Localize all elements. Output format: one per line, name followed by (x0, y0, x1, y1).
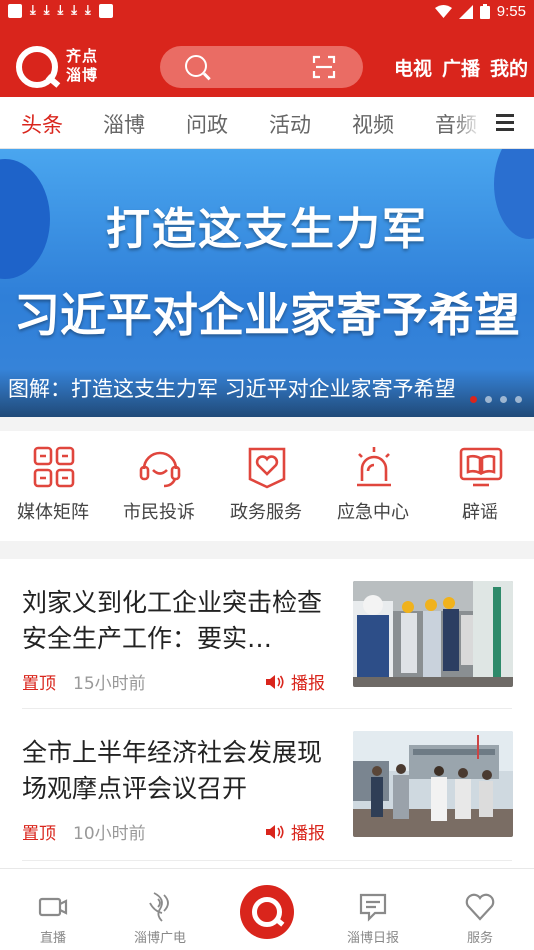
signal-icon (458, 4, 473, 19)
section-divider (0, 417, 534, 431)
quick-entry-label: 应急中心 (337, 502, 409, 523)
channel-tabs: 头条 淄博 问政 活动 视频 音频 (0, 97, 534, 149)
heart-doc-icon (245, 445, 289, 489)
news-thumbnail (353, 731, 513, 837)
home-logo-button[interactable] (240, 885, 294, 939)
search-icon (185, 55, 207, 77)
quick-entries: 媒体矩阵 市民投诉 政务服务 应急中心 辟谣 (0, 431, 534, 541)
status-time: 9:55 (496, 3, 526, 20)
logo-mark-icon (16, 46, 58, 88)
pagination-dot[interactable] (515, 396, 522, 403)
nav-label: 直播 (39, 931, 66, 946)
news-title[interactable]: 刘家义到化工企业突击检查安全生产工作：要实… (22, 585, 340, 657)
nav-label: 服务 (466, 931, 493, 946)
quick-entry-complaints[interactable]: 市民投诉 (106, 445, 212, 535)
banner-headline-line2: 习近平对企业家寄予希望 (14, 288, 520, 342)
radio-link[interactable]: 广播 (442, 54, 480, 81)
quick-entry-label: 市民投诉 (123, 502, 195, 523)
banner-headline-line1: 打造这支生力军 (106, 204, 428, 255)
nav-zibo-daily[interactable]: 淄博日报 (320, 887, 426, 947)
newspaper-icon (357, 891, 389, 923)
matrix-icon (32, 445, 76, 489)
zibo-broadcast-icon (144, 891, 176, 923)
tab-zibo[interactable]: 淄博 (103, 109, 145, 139)
alarm-light-icon (352, 445, 396, 489)
battery-icon (479, 4, 490, 19)
app-logo[interactable]: 齐点 淄博 (16, 46, 108, 88)
tv-link[interactable]: 电视 (394, 54, 432, 81)
nav-zibo-broadcast[interactable]: 淄博广电 (107, 887, 213, 947)
tab-headline[interactable]: 头条 (21, 109, 63, 139)
tab-activity[interactable]: 活动 (269, 109, 311, 139)
speaker-icon (266, 824, 284, 839)
scan-icon[interactable] (312, 55, 336, 79)
download-icon: ⤓ (43, 3, 50, 18)
news-time: 15小时前 (73, 674, 146, 694)
mine-link[interactable]: 我的 (490, 54, 528, 81)
quick-entry-label: 辟谣 (462, 502, 498, 523)
header-links: 电视 广播 我的 (394, 54, 528, 81)
status-bar: ⤓ ⤓ ⤓ ⤓ ⤓ 9:55 (0, 0, 534, 24)
play-audio-button[interactable]: 播报 (265, 669, 325, 694)
video-camera-icon (37, 891, 69, 923)
heart-icon (464, 891, 496, 923)
download-icon: ⤓ (57, 3, 64, 18)
wifi-icon (434, 4, 452, 18)
logo-text-line2: 淄博 (66, 66, 99, 84)
notification-icons: ⤓ ⤓ ⤓ ⤓ ⤓ (8, 4, 113, 18)
download-icon: ⤓ (30, 3, 36, 18)
speaker-icon (266, 674, 284, 689)
tab-politics[interactable]: 问政 (186, 109, 228, 139)
tabs-fade (454, 97, 482, 148)
pagination-dot[interactable] (485, 396, 492, 403)
pinned-badge: 置顶 (22, 674, 56, 694)
book-icon (459, 445, 503, 489)
image-icon (98, 4, 113, 18)
news-title[interactable]: 全市上半年经济社会发展现场观摩点评会议召开 (22, 735, 340, 807)
download-icon: ⤓ (85, 3, 91, 18)
play-label: 播报 (291, 674, 325, 694)
quick-entry-media-matrix[interactable]: 媒体矩阵 (0, 445, 106, 535)
nav-service[interactable]: 服务 (427, 887, 533, 947)
banner-pagination (470, 396, 522, 403)
news-item[interactable]: 全市上半年经济社会发展现场观摩点评会议召开 置顶 10小时前 播报 (0, 709, 534, 861)
news-time: 10小时前 (73, 824, 146, 844)
pagination-dot[interactable] (500, 396, 507, 403)
tab-video[interactable]: 视频 (352, 109, 394, 139)
news-item[interactable]: 刘家义到化工企业突击检查安全生产工作：要实… 置顶 15小时前 播报 (0, 559, 534, 709)
quick-entry-rumor[interactable]: 辟谣 (427, 445, 533, 535)
headline-banner[interactable]: 打造这支生力军 习近平对企业家寄予希望 图解：打造这支生力军 习近平对企业家寄予… (0, 149, 534, 417)
quick-entry-label: 媒体矩阵 (17, 502, 89, 523)
nav-live[interactable]: 直播 (0, 887, 106, 947)
pagination-dot[interactable] (470, 396, 477, 403)
nav-label: 淄博日报 (346, 931, 399, 946)
menu-icon[interactable] (482, 97, 534, 148)
banner-caption: 图解：打造这支生力军 习近平对企业家寄予希望 (8, 377, 456, 401)
home-logo-icon (252, 897, 282, 927)
section-divider (0, 541, 534, 559)
app-icon (8, 4, 22, 18)
download-icon: ⤓ (71, 3, 77, 18)
search-bar[interactable] (160, 46, 363, 88)
logo-text-line1: 齐点 (66, 47, 99, 65)
quick-entry-gov-service[interactable]: 政务服务 (213, 445, 319, 535)
news-thumbnail (353, 581, 513, 687)
play-audio-button[interactable]: 播报 (265, 819, 325, 844)
quick-entry-emergency[interactable]: 应急中心 (320, 445, 426, 535)
news-separator (22, 860, 512, 861)
nav-label: 淄博广电 (133, 931, 186, 946)
play-label: 播报 (291, 824, 325, 844)
headset-icon (138, 445, 182, 489)
pinned-badge: 置顶 (22, 824, 56, 844)
quick-entry-label: 政务服务 (230, 502, 302, 523)
